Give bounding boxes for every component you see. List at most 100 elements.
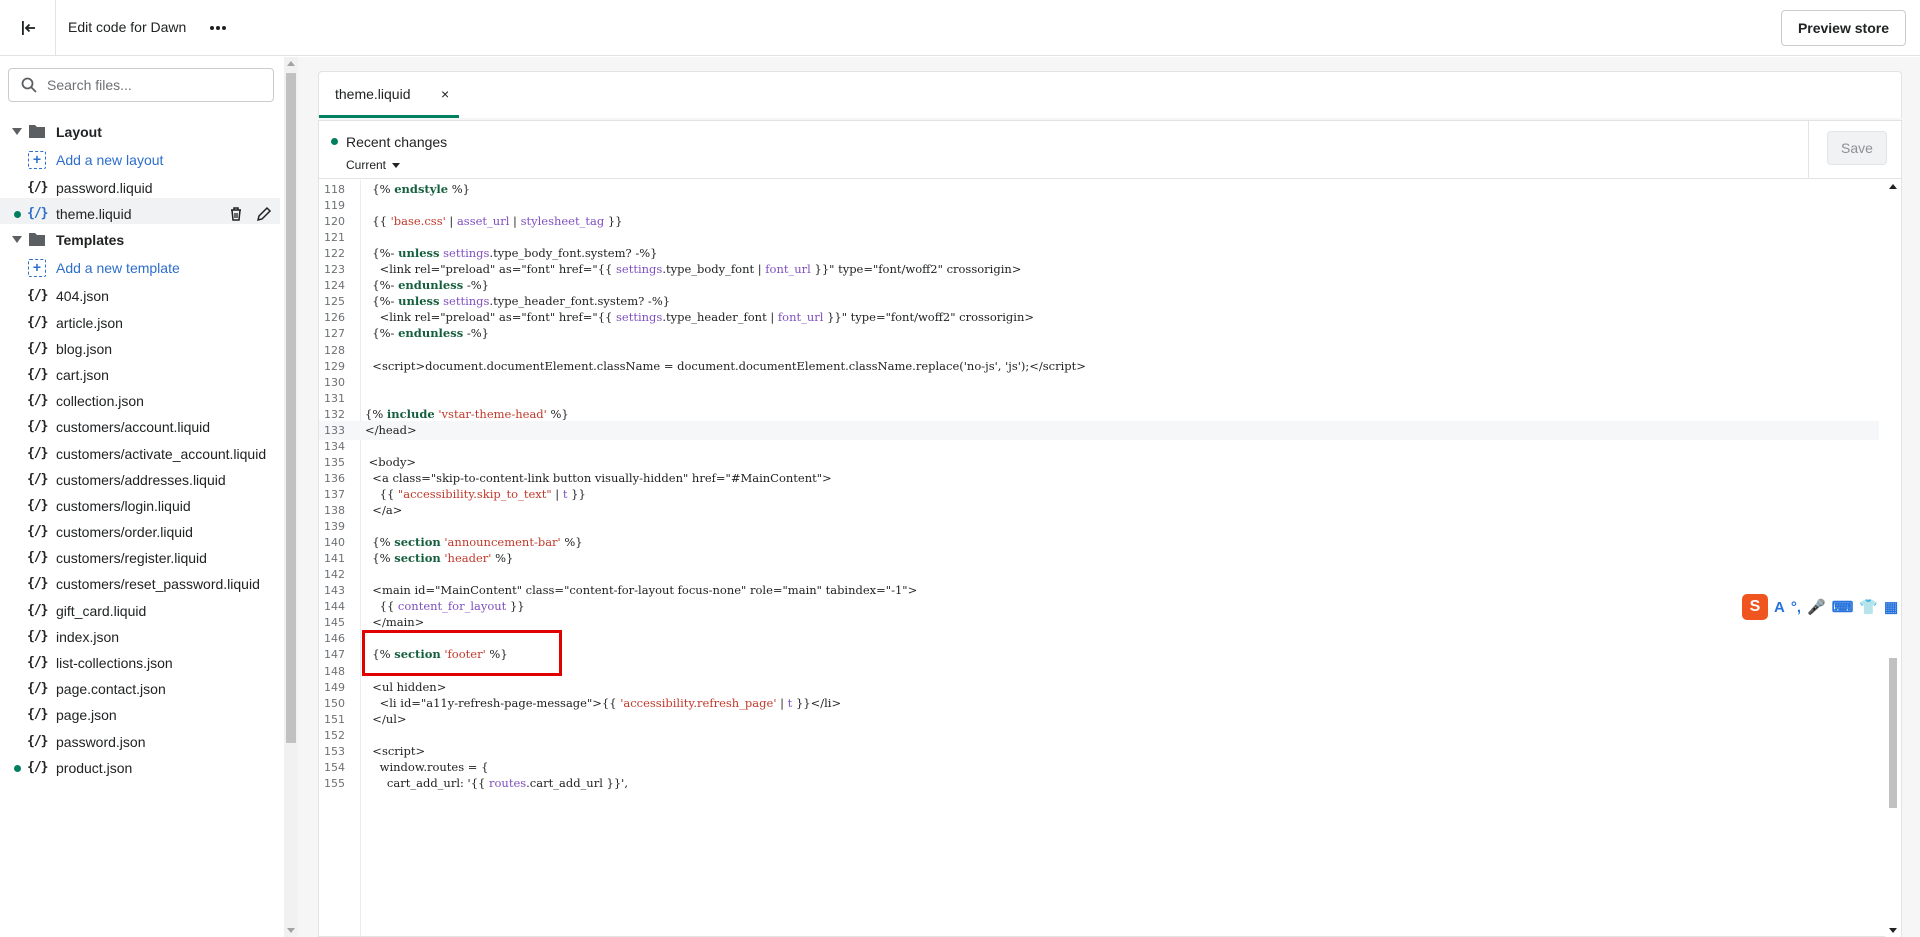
file-item[interactable]: {/} theme.liquid [0,198,280,225]
code-file-icon: {/} [27,288,49,304]
ime-skin-icon[interactable]: 👕 [1859,598,1878,616]
sidebar-scrollbar[interactable] [284,57,298,937]
code-file-icon: {/} [27,707,49,723]
file-item[interactable]: {/} password.liquid [0,172,280,198]
file-item[interactable]: {/} index.json [0,621,280,647]
line-number: 145 [324,616,345,630]
code-file-icon: {/} [27,733,49,749]
ime-apps-icon[interactable]: ▦ [1884,598,1898,616]
file-item[interactable]: {/} customers/login.liquid [0,490,280,516]
recent-changes-label: Recent changes [346,134,448,150]
version-dropdown[interactable]: Current [346,158,401,172]
add-file-link[interactable]: + Add a new layout [0,144,280,172]
exit-editor-button[interactable] [0,0,56,56]
scroll-up-arrow[interactable] [1889,184,1897,189]
code-file-icon: {/} [27,445,49,461]
file-item[interactable]: {/} cart.json [0,359,280,385]
line-number: 136 [324,471,345,485]
code-editor[interactable]: 118 {% endstyle %} 119 120 {{ 'base.css' |… [319,180,1901,937]
file-item[interactable]: {/} 404.json [0,280,280,306]
ime-mic-icon[interactable]: 🎤 [1807,598,1826,616]
code-text: {%- unless settings.type_header_font.sys… [365,294,671,309]
line-number: 148 [324,664,345,678]
file-item[interactable]: {/} product.json [0,752,280,778]
folder-layout[interactable]: Layout [0,116,280,144]
ime-logo[interactable]: S [1742,594,1768,620]
code-scrollbar[interactable] [1885,180,1901,937]
scroll-down-arrow[interactable] [287,928,295,933]
line-number: 121 [324,231,345,245]
close-tab-icon[interactable]: × [441,86,449,102]
pencil-icon[interactable] [256,206,272,222]
line-number: 125 [324,295,345,309]
ime-punctuation-icon[interactable]: °, [1791,599,1801,616]
caret-down-icon[interactable] [12,236,22,244]
search-box [8,68,274,102]
modified-dot [14,211,21,219]
add-icon: + [28,151,46,169]
line-number: 151 [324,712,345,726]
line-number: 139 [324,520,345,534]
scroll-thumb[interactable] [286,73,296,743]
file-label: customers/account.liquid [56,419,211,436]
code-file-icon: {/} [27,393,49,409]
file-item[interactable]: {/} customers/activate_account.liquid [0,438,280,464]
file-item[interactable]: {/} gift_card.liquid [0,595,280,621]
more-actions-button[interactable] [206,16,230,40]
file-item[interactable]: {/} collection.json [0,385,280,411]
code-text: {% include 'vstar-theme-head' %} [365,406,569,421]
file-label: password.json [56,733,146,750]
modified-dot [14,764,21,772]
code-line[interactable]: 155 cart_add_url: '{{ routes.cart_add_ur… [319,774,1879,794]
file-item[interactable]: {/} customers/addresses.liquid [0,464,280,490]
file-item[interactable]: {/} customers/account.liquid [0,411,280,437]
caret-down-icon[interactable] [12,128,22,135]
code-text: </head> [365,422,417,437]
preview-store-button[interactable]: Preview store [1780,10,1906,46]
tab-theme-liquid[interactable]: theme.liquid × [319,72,459,118]
line-number: 155 [324,776,345,790]
code-file-icon: {/} [27,655,49,670]
add-file-link[interactable]: + Add a new template [0,252,280,280]
line-number: 126 [324,311,345,325]
search-icon [21,77,37,93]
line-number: 138 [324,504,345,517]
trash-icon[interactable] [228,206,244,222]
line-number: 147 [324,648,345,662]
ime-toolbar[interactable]: S A °, 🎤 ⌨ 👕 ▦ [1742,593,1920,621]
search-files-input[interactable] [47,77,257,93]
line-number: 150 [324,696,345,710]
divider [1808,121,1809,179]
scroll-down-arrow[interactable] [1889,928,1897,933]
scroll-up-arrow[interactable] [287,61,295,66]
line-number: 130 [324,375,345,389]
line-number: 119 [324,199,345,213]
scroll-thumb[interactable] [1889,658,1897,808]
code-file-icon: {/} [27,180,49,195]
line-number: 137 [324,487,345,501]
file-item[interactable]: {/} customers/register.liquid [0,542,280,568]
file-item[interactable]: {/} blog.json [0,333,280,359]
file-item[interactable]: {/} article.json [0,307,280,333]
code-text: {% section 'footer' %} [365,647,508,662]
line-number: 140 [324,536,345,550]
line-number: 127 [324,327,345,341]
file-item[interactable]: {/} page.json [0,699,280,725]
file-item[interactable]: {/} customers/reset_password.liquid [0,568,280,594]
code-text: {{ 'base.css' | asset_url | stylesheet_t… [365,214,623,229]
file-item[interactable]: {/} list-collections.json [0,647,280,673]
file-label: blog.json [56,340,113,357]
folder-templates[interactable]: Templates [0,224,280,252]
code-text: {% section 'header' %} [365,551,514,566]
code-text: </a> [365,503,403,517]
code-file-icon: {/} [27,576,49,592]
ime-font-icon[interactable]: A [1774,599,1785,616]
line-number: 153 [324,744,345,758]
line-number: 141 [324,552,345,566]
file-item[interactable]: {/} password.json [0,726,280,752]
line-number: 118 [324,183,345,196]
save-button[interactable]: Save [1827,131,1887,165]
ime-keyboard-icon[interactable]: ⌨ [1832,598,1854,616]
file-item[interactable]: {/} page.contact.json [0,673,280,699]
file-item[interactable]: {/} customers/order.liquid [0,516,280,542]
